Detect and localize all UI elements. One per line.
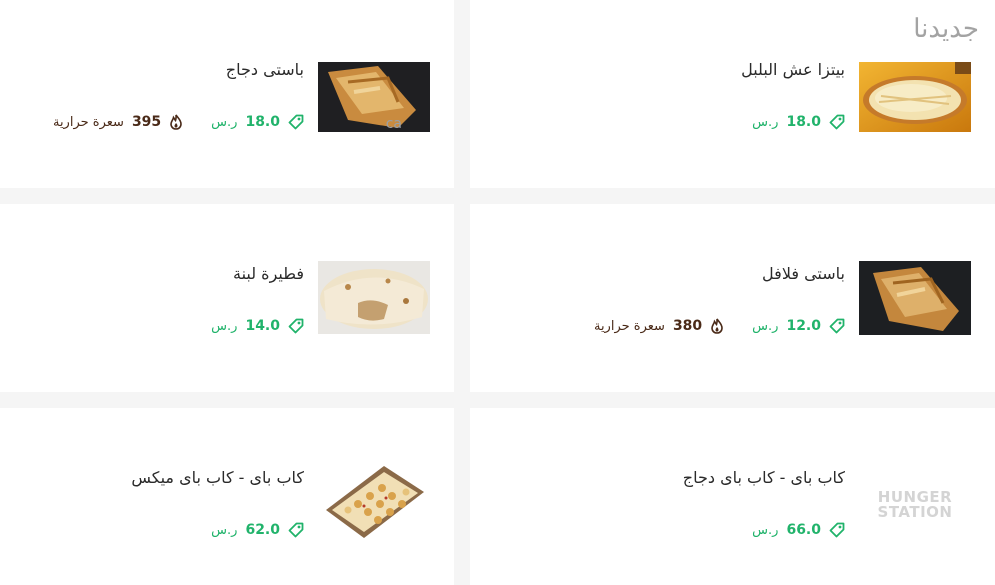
menu-item-card[interactable]: كاب باى - كاب باى ميكس 62.0 ر.س	[0, 408, 454, 585]
currency: ر.س	[752, 114, 779, 130]
mix-box-image	[318, 464, 430, 540]
calories-value: 395	[131, 114, 162, 130]
falafel-pastry-image	[859, 261, 971, 335]
price: 18.0 ر.س	[752, 114, 845, 130]
price-tag-icon	[288, 114, 304, 130]
item-meta: 18.0 ر.س	[752, 114, 845, 130]
price-tag-icon	[829, 318, 845, 334]
currency: ر.س	[752, 318, 779, 334]
currency: ر.س	[211, 114, 238, 130]
flame-icon	[711, 318, 723, 334]
item-name[interactable]: بيتزا عش البلبل	[741, 60, 845, 79]
price: 14.0 ر.س	[211, 318, 304, 334]
logo-line-2: STATION	[877, 503, 953, 521]
calories-value: 380	[672, 318, 703, 334]
price-value: 66.0	[786, 522, 821, 538]
price: 66.0 ر.س	[752, 522, 845, 538]
price-tag-icon	[288, 318, 304, 334]
price-value: 62.0	[245, 522, 280, 538]
menu-item-card[interactable]: HUNGER STATION كاب باى - كاب باى دجاج 66…	[470, 408, 995, 585]
item-name[interactable]: كاب باى - كاب باى ميكس	[131, 468, 304, 487]
calories-unit: سعرة حرارية	[52, 114, 124, 130]
price: 12.0 ر.س	[752, 318, 845, 334]
item-name[interactable]: فطيرة لبنة	[233, 264, 304, 283]
price-tag-icon	[829, 522, 845, 538]
item-name[interactable]: كاب باى - كاب باى دجاج	[683, 468, 845, 487]
labneh-pie-image	[318, 261, 430, 334]
item-meta: 14.0 ر.س	[211, 318, 304, 334]
menu-item-card[interactable]: ca باستى دجاج 18.0 ر.س 395 سعرة حرارية	[0, 0, 454, 188]
price: 18.0 ر.س	[211, 114, 304, 130]
item-name[interactable]: باستى فلافل	[762, 264, 845, 283]
menu-item-card[interactable]: باستى فلافل 12.0 ر.س 380 سعرة حرارية	[470, 204, 995, 392]
item-meta: 66.0 ر.س	[752, 522, 845, 538]
item-name[interactable]: باستى دجاج	[226, 60, 304, 79]
calories: 395 سعرة حرارية	[53, 114, 183, 130]
price-value: 14.0	[245, 318, 280, 334]
section-title: جديدنا	[913, 14, 979, 44]
flame-icon	[170, 114, 182, 130]
price-tag-icon	[829, 114, 845, 130]
item-meta: 12.0 ر.س 380 سعرة حرارية	[594, 318, 845, 334]
menu-item-card[interactable]: فطيرة لبنة 14.0 ر.س	[0, 204, 454, 392]
item-meta: 18.0 ر.س 395 سعرة حرارية	[53, 114, 304, 130]
calories: 380 سعرة حرارية	[594, 318, 724, 334]
price-value: 18.0	[786, 114, 821, 130]
svg-text:ca: ca	[386, 116, 402, 132]
currency: ر.س	[211, 522, 238, 538]
price: 62.0 ر.س	[211, 522, 304, 538]
hunger-station-logo: HUNGER STATION	[877, 490, 953, 520]
item-meta: 62.0 ر.س	[211, 522, 304, 538]
pizza-image	[859, 62, 971, 132]
calories-unit: سعرة حرارية	[593, 318, 665, 334]
price-value: 12.0	[786, 318, 821, 334]
currency: ر.س	[211, 318, 238, 334]
currency: ر.س	[752, 522, 779, 538]
price-tag-icon	[288, 522, 304, 538]
price-value: 18.0	[245, 114, 280, 130]
chicken-pastry-image: ca	[318, 62, 430, 132]
